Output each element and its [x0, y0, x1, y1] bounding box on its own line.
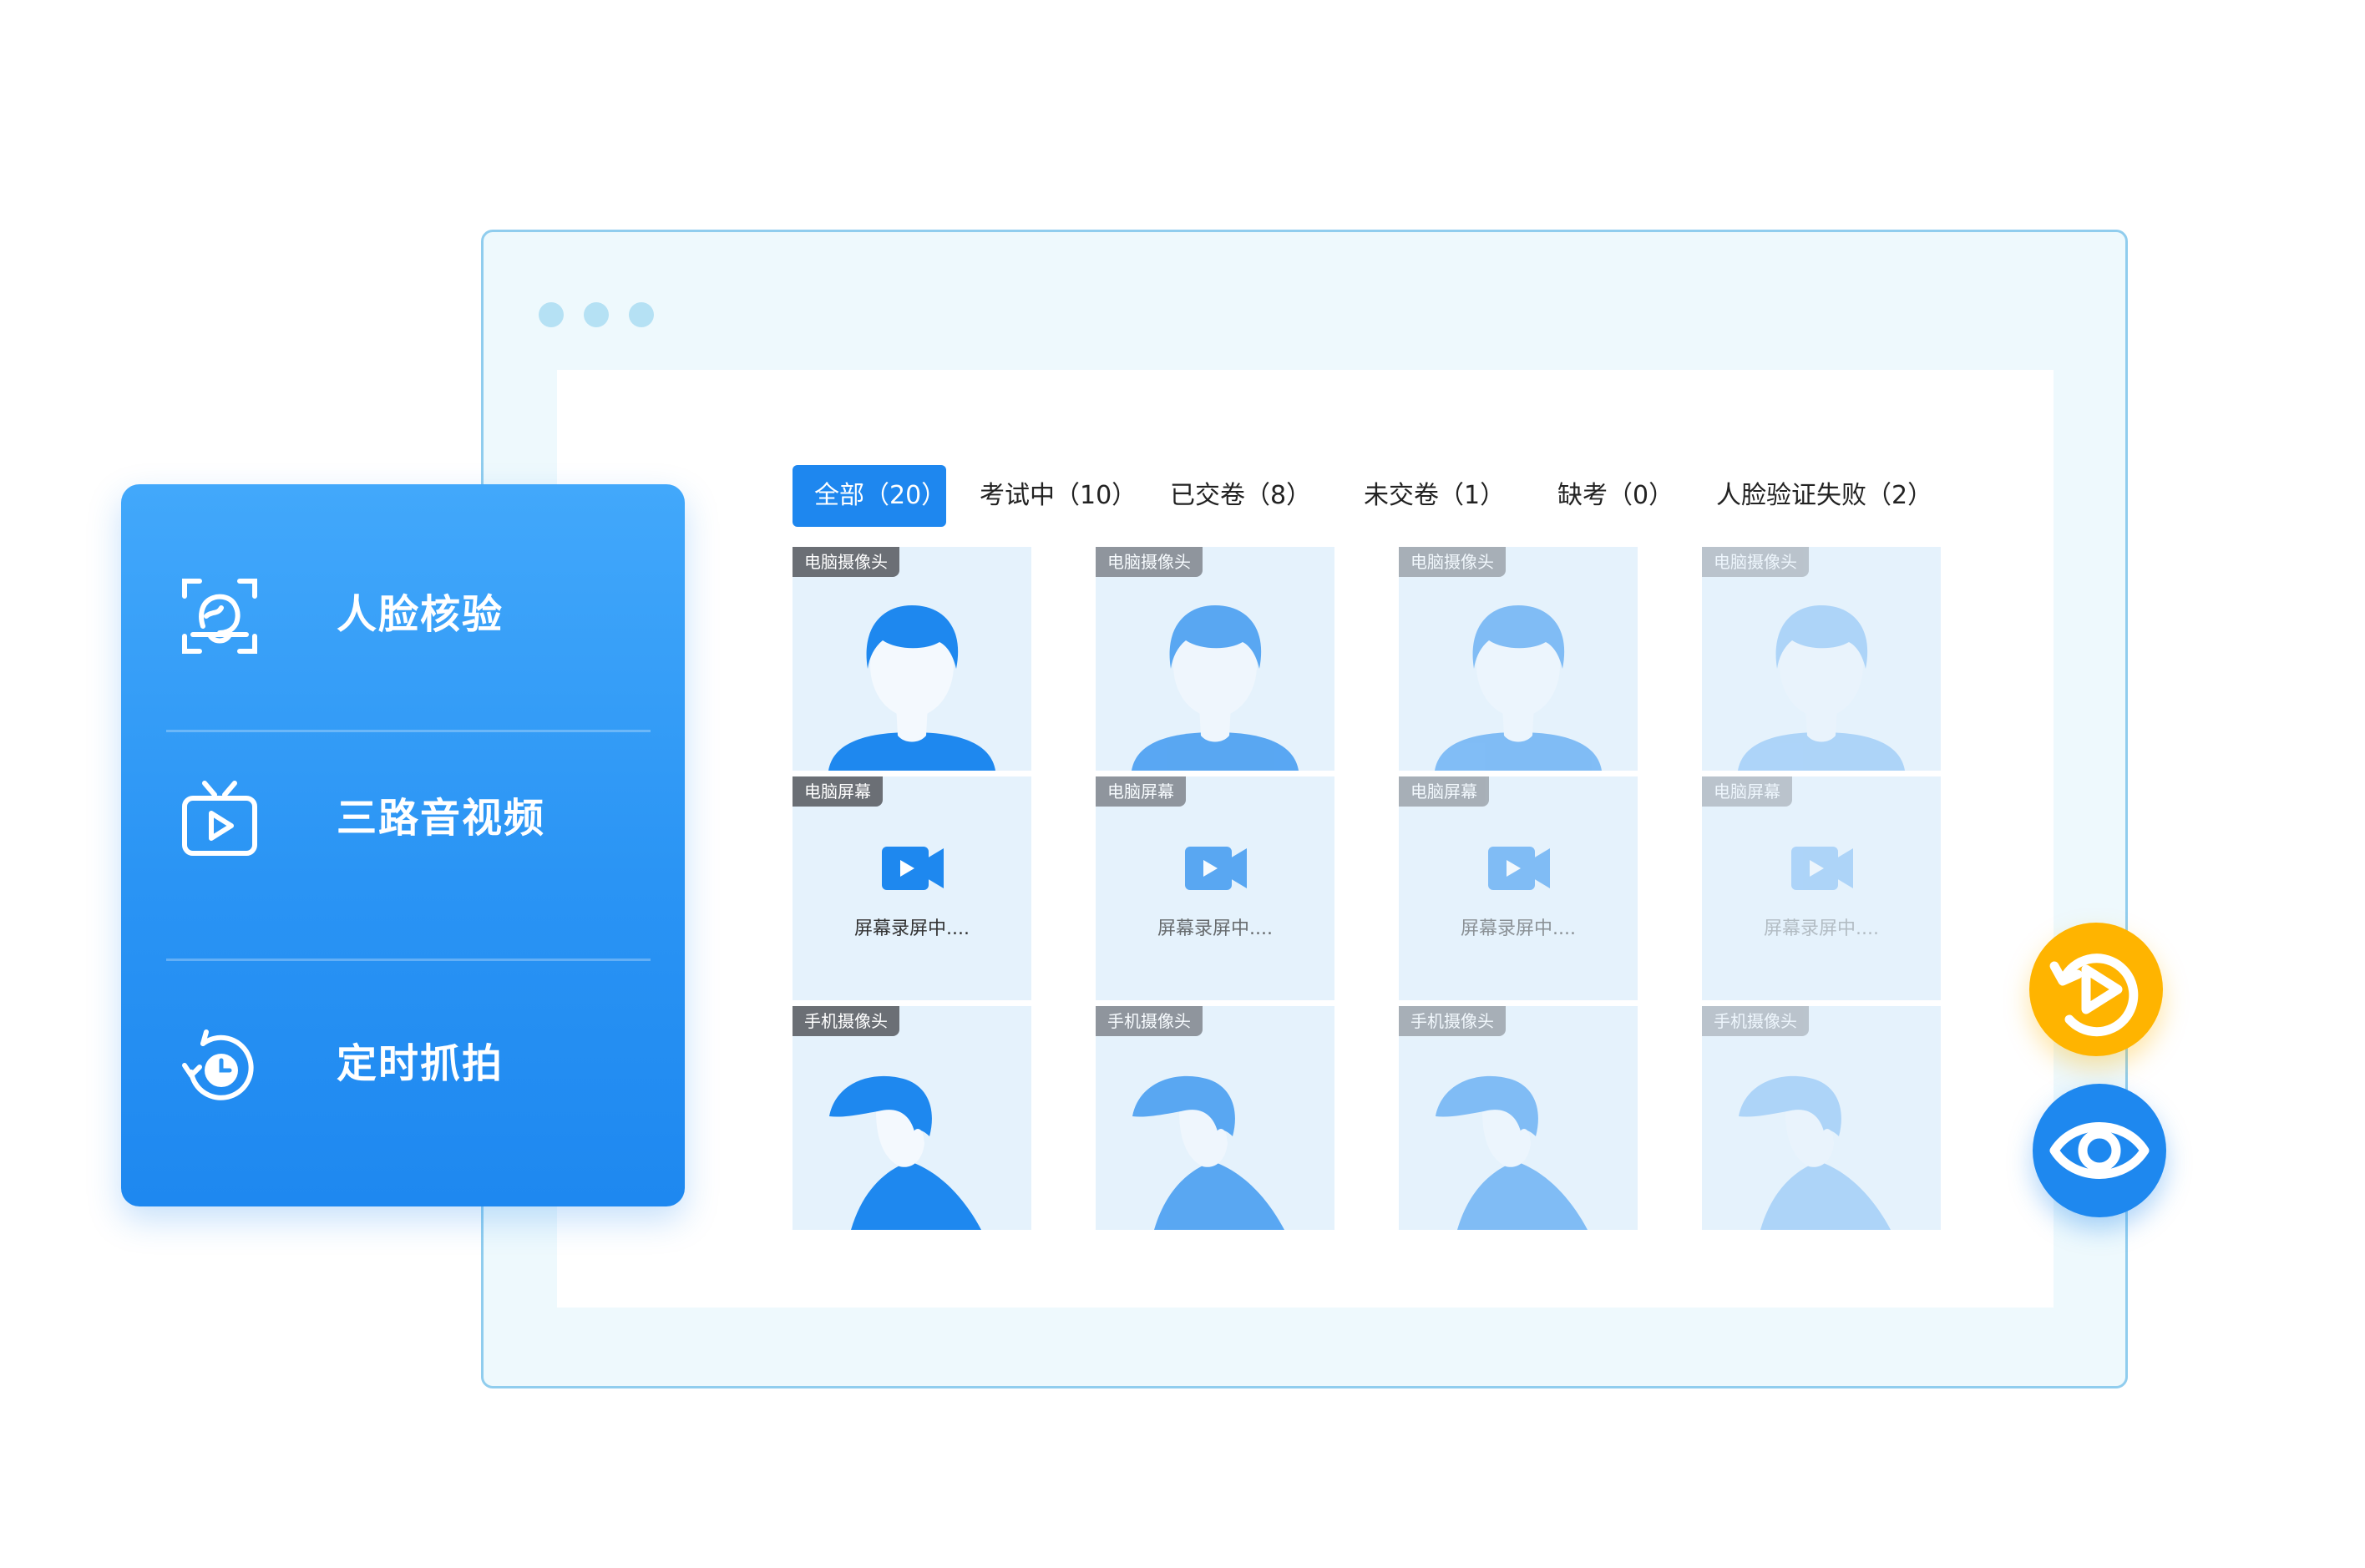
tile-source-label: 电脑摄像头 — [793, 547, 899, 577]
monitor-tile[interactable]: 电脑屏幕屏幕录屏中.... — [1096, 776, 1334, 1000]
screen-recording-status: 屏幕录屏中.... — [1461, 918, 1576, 939]
content-area: 全部（20） 考试中（10） 已交卷（8） 未交卷（1） 缺考（0） 人脸验证失… — [557, 370, 2054, 1308]
window-dot-3 — [629, 302, 654, 327]
monitor-tile[interactable]: 电脑屏幕屏幕录屏中.... — [793, 776, 1031, 1000]
tab-submitted[interactable]: 已交卷（8） — [1170, 465, 1311, 527]
tab-in-exam[interactable]: 考试中（10） — [980, 465, 1137, 527]
side-camera-avatar-icon — [1436, 1075, 1588, 1230]
tile-source-label: 电脑屏幕 — [1096, 776, 1186, 807]
tile-source-label: 手机摄像头 — [1096, 1006, 1203, 1036]
window-dot-2 — [584, 302, 609, 327]
screen-recording-icon — [1488, 847, 1550, 890]
monitor-tile[interactable]: 电脑屏幕屏幕录屏中.... — [1399, 776, 1638, 1000]
tile-source-label: 电脑摄像头 — [1096, 547, 1203, 577]
side-camera-avatar-icon — [1132, 1075, 1284, 1230]
window-dot-1 — [539, 302, 564, 327]
monitor-tile[interactable]: 手机摄像头 — [1702, 1006, 1941, 1230]
tile-source-label: 手机摄像头 — [1702, 1006, 1809, 1036]
feature-three-channel-av: 三路音视频 — [121, 760, 685, 877]
monitor-tile[interactable]: 手机摄像头 — [1096, 1006, 1334, 1230]
front-camera-avatar-icon — [1435, 605, 1602, 771]
feature-face-verify: 人脸核验 — [121, 556, 685, 673]
feature-timed-capture: 定时抓拍 — [121, 1005, 685, 1122]
tile-source-label: 手机摄像头 — [793, 1006, 899, 1036]
screen-recording-icon — [1791, 847, 1853, 890]
front-camera-avatar-icon — [1132, 605, 1299, 771]
tile-source-label: 电脑摄像头 — [1702, 547, 1809, 577]
tile-source-label: 电脑屏幕 — [1399, 776, 1489, 807]
side-camera-avatar-icon — [829, 1075, 981, 1230]
feature-label: 人脸核验 — [337, 591, 504, 638]
tile-source-label: 电脑屏幕 — [793, 776, 883, 807]
front-camera-avatar-icon — [828, 605, 995, 771]
tv-play-icon — [182, 781, 257, 856]
tab-face-verify-failed[interactable]: 人脸验证失败（2） — [1716, 465, 1932, 527]
feature-label: 三路音视频 — [337, 795, 546, 842]
feature-divider-2 — [166, 959, 651, 961]
exam-monitor-window: 全部（20） 考试中（10） 已交卷（8） 未交卷（1） 缺考（0） 人脸验证失… — [481, 230, 2128, 1388]
screen-recording-status: 屏幕录屏中.... — [1157, 918, 1273, 939]
monitor-tile[interactable]: 电脑摄像头 — [1096, 547, 1334, 771]
view-button[interactable] — [2033, 1084, 2166, 1217]
monitor-tile[interactable]: 电脑屏幕屏幕录屏中.... — [1702, 776, 1941, 1000]
front-camera-avatar-icon — [1738, 605, 1905, 771]
side-camera-avatar-icon — [1739, 1075, 1891, 1230]
tab-all[interactable]: 全部（20） — [793, 465, 946, 527]
tab-absent[interactable]: 缺考（0） — [1557, 465, 1674, 527]
timer-capture-icon — [182, 1029, 254, 1100]
feature-label: 定时抓拍 — [337, 1040, 504, 1087]
feature-panel: 人脸核验 三路音视频 定时抓拍 — [121, 484, 685, 1206]
eye-icon — [2049, 1122, 2150, 1179]
monitor-tile[interactable]: 电脑摄像头 — [793, 547, 1031, 771]
tile-source-label: 手机摄像头 — [1399, 1006, 1506, 1036]
monitor-tile[interactable]: 手机摄像头 — [1399, 1006, 1638, 1230]
tile-source-label: 电脑屏幕 — [1702, 776, 1792, 807]
monitor-tile[interactable]: 电脑摄像头 — [1702, 547, 1941, 771]
screen-recording-status: 屏幕录屏中.... — [1764, 918, 1879, 939]
tab-not-submitted[interactable]: 未交卷（1） — [1364, 465, 1505, 527]
screen-recording-icon — [882, 847, 944, 890]
screen-recording-status: 屏幕录屏中.... — [854, 918, 970, 939]
monitor-tile[interactable]: 电脑摄像头 — [1399, 547, 1638, 771]
replay-button[interactable] — [2029, 923, 2163, 1056]
tile-source-label: 电脑摄像头 — [1399, 547, 1506, 577]
feature-divider-1 — [166, 730, 651, 732]
screen-recording-icon — [1185, 847, 1247, 890]
monitor-tile[interactable]: 手机摄像头 — [793, 1006, 1031, 1230]
replay-icon — [2049, 953, 2139, 1037]
face-scan-icon — [182, 579, 257, 654]
